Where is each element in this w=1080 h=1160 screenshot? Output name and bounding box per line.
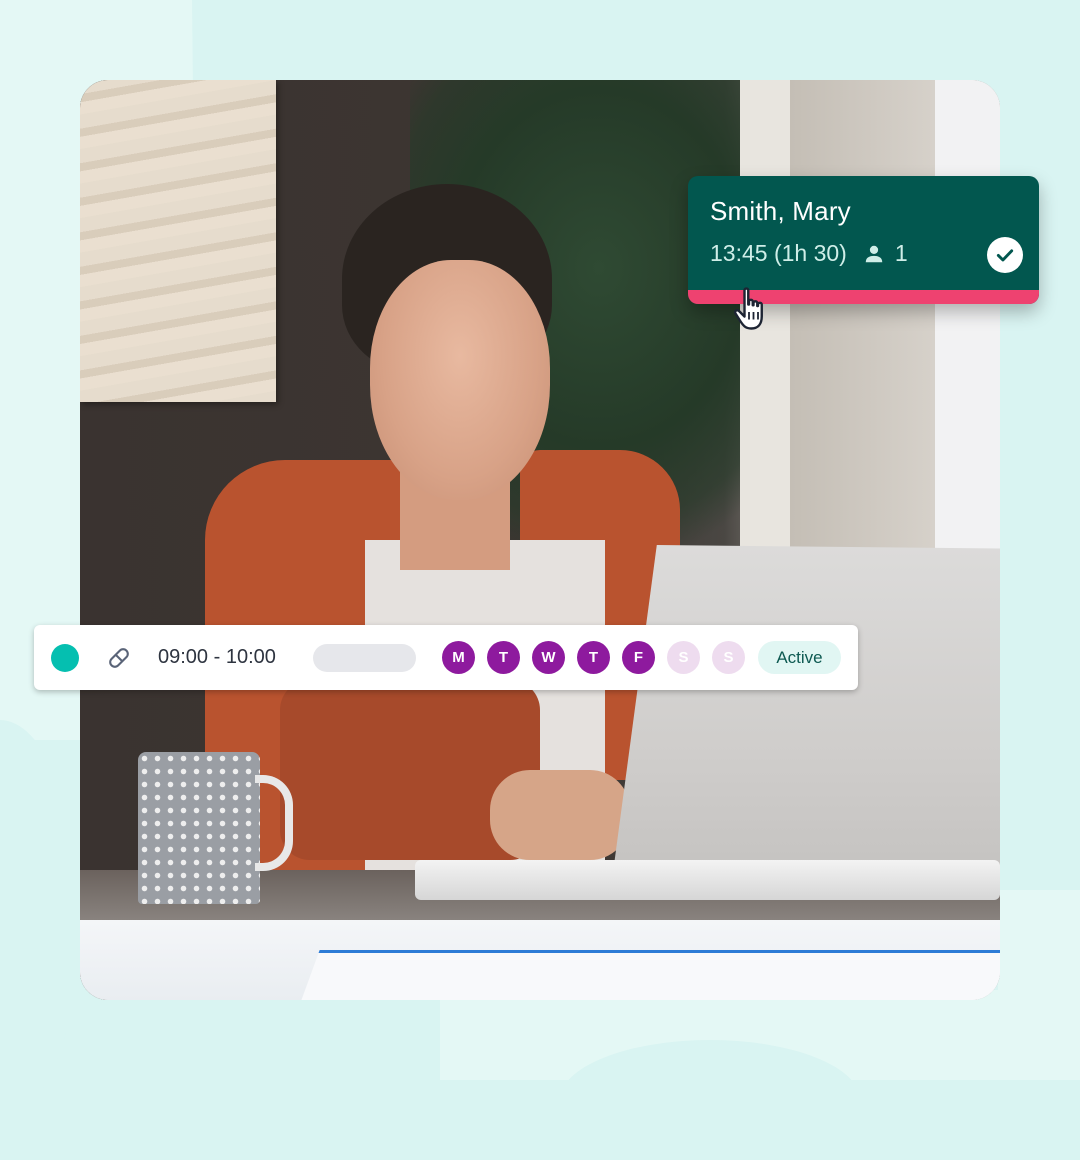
photo-mug-handle bbox=[255, 775, 293, 871]
person-icon bbox=[865, 245, 883, 262]
day-toggle-friday[interactable]: F bbox=[622, 641, 655, 674]
photo-laptop-base bbox=[415, 860, 1000, 900]
photo-face bbox=[370, 260, 550, 500]
background-shape bbox=[0, 720, 80, 1120]
day-toggle-thursday[interactable]: T bbox=[577, 641, 610, 674]
client-name: Smith, Mary bbox=[710, 196, 851, 226]
day-toggle-wednesday[interactable]: W bbox=[532, 641, 565, 674]
schedule-row[interactable]: 09:00 - 10:00 M T W T F S S Active bbox=[34, 625, 858, 690]
photo-artwork bbox=[80, 80, 276, 402]
day-toggle-sunday[interactable]: S bbox=[712, 641, 745, 674]
photo-window bbox=[935, 80, 1000, 550]
hand-pointer-cursor-icon bbox=[733, 287, 763, 330]
attendee-count: 1 bbox=[894, 240, 908, 266]
status-badge: Active bbox=[758, 641, 841, 674]
day-toggle-tuesday[interactable]: T bbox=[487, 641, 520, 674]
photo-folder bbox=[300, 950, 1000, 1000]
day-toggle-saturday[interactable]: S bbox=[667, 641, 700, 674]
photo-pillar bbox=[790, 80, 950, 550]
placeholder-bar bbox=[313, 644, 416, 672]
appointment-meta: 13:45 (1h 30) 1 bbox=[710, 240, 908, 267]
appointment-time: 13:45 (1h 30) bbox=[710, 240, 847, 266]
status-dot bbox=[51, 644, 79, 672]
photo-laptop bbox=[610, 545, 1000, 895]
photo-hand bbox=[490, 770, 630, 860]
weekday-selector: M T W T F S S bbox=[442, 641, 745, 674]
background-shape bbox=[560, 1040, 860, 1160]
time-range: 09:00 - 10:00 bbox=[158, 646, 276, 668]
pill-icon bbox=[109, 648, 129, 668]
day-toggle-monday[interactable]: M bbox=[442, 641, 475, 674]
check-circle-icon[interactable] bbox=[987, 237, 1023, 273]
photo-mug bbox=[138, 752, 260, 904]
background-shape bbox=[998, 890, 1080, 1080]
